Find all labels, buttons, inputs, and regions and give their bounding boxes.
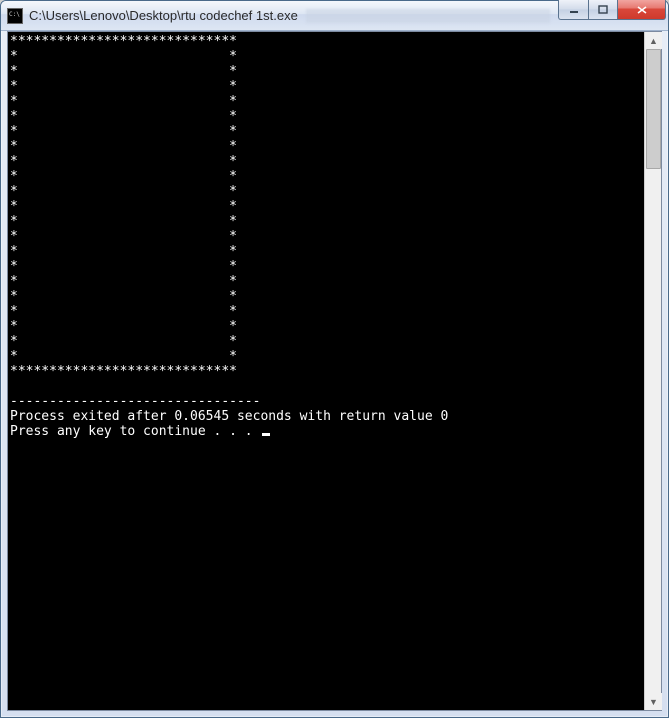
output-line: * * <box>10 139 237 154</box>
maximize-icon <box>598 5 608 15</box>
scroll-up-button[interactable]: ▲ <box>645 32 662 49</box>
output-line: * * <box>10 349 237 364</box>
output-line: * * <box>10 124 237 139</box>
output-line: * * <box>10 79 237 94</box>
minimize-icon <box>569 5 579 15</box>
maximize-button[interactable] <box>588 0 618 20</box>
output-line: * * <box>10 214 237 229</box>
press-key-line: Press any key to continue . . . <box>10 424 260 439</box>
output-line: * * <box>10 169 237 184</box>
output-line: * * <box>10 64 237 79</box>
scroll-down-button[interactable]: ▼ <box>645 693 662 710</box>
vertical-scrollbar[interactable]: ▲ ▼ <box>644 32 661 710</box>
minimize-button[interactable] <box>558 0 588 20</box>
console-output[interactable]: ***************************** * * * * * … <box>8 32 644 710</box>
exit-status-line: Process exited after 0.06545 seconds wit… <box>10 409 448 424</box>
output-line: * * <box>10 259 237 274</box>
titlebar-blur <box>306 9 550 23</box>
output-line: * * <box>10 334 237 349</box>
output-line: * * <box>10 199 237 214</box>
output-line: * * <box>10 289 237 304</box>
output-separator: -------------------------------- <box>10 394 260 409</box>
close-icon <box>636 5 648 15</box>
output-line: * * <box>10 229 237 244</box>
console-window: C:\Users\Lenovo\Desktop\rtu codechef 1st… <box>0 0 669 718</box>
output-line: * * <box>10 49 237 64</box>
output-line: * * <box>10 319 237 334</box>
titlebar[interactable]: C:\Users\Lenovo\Desktop\rtu codechef 1st… <box>1 1 668 31</box>
text-cursor <box>262 433 270 436</box>
window-title: C:\Users\Lenovo\Desktop\rtu codechef 1st… <box>29 8 298 23</box>
output-line: * * <box>10 244 237 259</box>
scroll-thumb[interactable] <box>646 49 661 169</box>
app-icon <box>7 8 23 24</box>
output-line: ***************************** <box>10 364 237 379</box>
output-line: ***************************** <box>10 34 237 49</box>
close-button[interactable] <box>618 0 666 20</box>
output-line: * * <box>10 109 237 124</box>
client-area: ***************************** * * * * * … <box>7 31 662 711</box>
output-line: * * <box>10 304 237 319</box>
output-line: * * <box>10 94 237 109</box>
output-line: * * <box>10 274 237 289</box>
output-line: * * <box>10 154 237 169</box>
output-line: * * <box>10 184 237 199</box>
window-controls <box>558 0 666 20</box>
